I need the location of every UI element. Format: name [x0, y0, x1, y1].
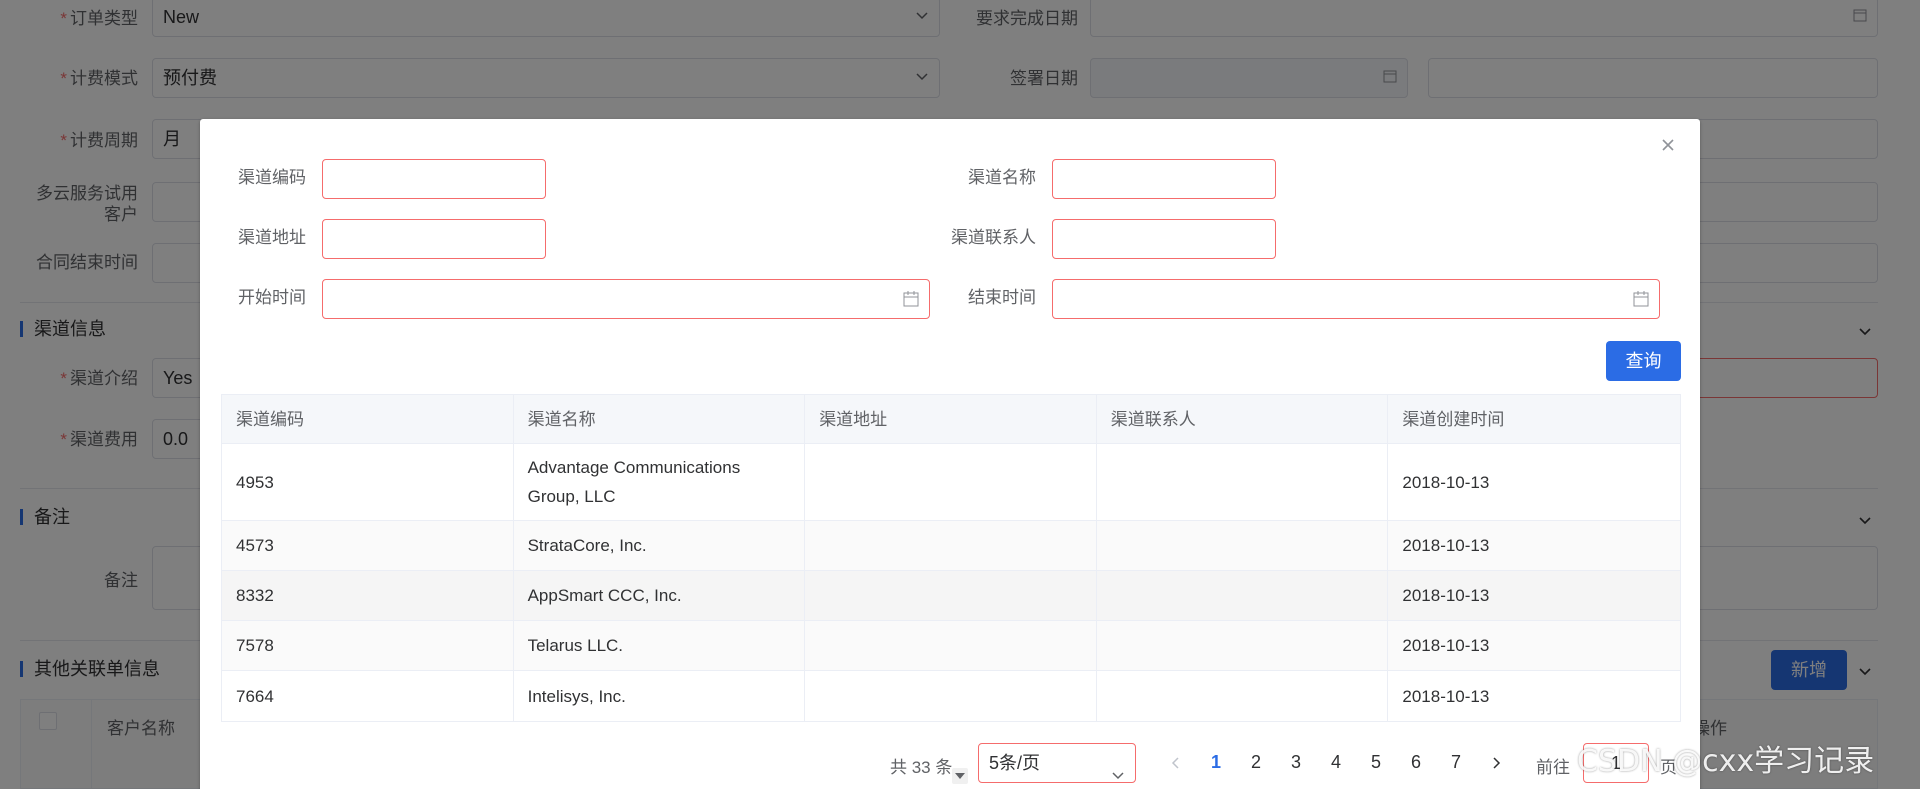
column-header-created-time: 渠道创建时间 — [1402, 409, 1505, 429]
channel-code-label: 渠道编码 — [238, 168, 306, 187]
column-header-channel-code: 渠道编码 — [222, 395, 514, 443]
channel-select-dialog: 渠道编码 渠道名称 渠道地址 渠道联系人 开始时间 结束时间 查询 渠道编码 渠… — [200, 119, 1700, 789]
cell-channel-code: 4953 — [222, 444, 514, 520]
table-header-row: 渠道编码 渠道名称 渠道地址 渠道联系人 渠道创建时间 — [222, 395, 1680, 444]
table-row[interactable]: 8332 AppSmart CCC, Inc. 2018-10-13 — [222, 571, 1680, 621]
table-row[interactable]: 4953 Advantage Communications Group, LLC… — [222, 444, 1680, 521]
column-header-channel-contact: 渠道联系人 — [1097, 395, 1389, 443]
cell-created-time: 2018-10-13 — [1402, 686, 1490, 706]
channel-name-input[interactable] — [1052, 159, 1276, 199]
query-button[interactable]: 查询 — [1606, 341, 1681, 381]
page-2[interactable]: 2 — [1241, 752, 1271, 773]
cell-channel-name: Advantage Communications Group, LLC — [514, 444, 806, 520]
watermark: CSDN @cxx学习记录 — [1577, 744, 1875, 779]
cell-channel-address — [805, 571, 1097, 620]
cell-channel-contact — [1097, 571, 1389, 620]
channel-address-input[interactable] — [322, 219, 546, 259]
cell-channel-code: 4573 — [222, 521, 514, 570]
page-7[interactable]: 7 — [1441, 752, 1471, 773]
cell-channel-address — [805, 521, 1097, 570]
cell-created-time: 2018-10-13 — [1402, 536, 1490, 555]
scroll-down-icon[interactable] — [952, 768, 968, 784]
channel-table: 渠道编码 渠道名称 渠道地址 渠道联系人 渠道创建时间 4953 Advanta… — [221, 394, 1681, 722]
cell-channel-name: AppSmart CCC, Inc. — [514, 571, 806, 620]
cell-channel-contact — [1097, 521, 1389, 570]
chevron-down-icon — [1111, 757, 1125, 780]
column-header-channel-address: 渠道地址 — [805, 395, 1097, 443]
page-size-select[interactable]: 5条/页 — [978, 743, 1136, 783]
page-5[interactable]: 5 — [1361, 752, 1391, 773]
chevron-left-icon[interactable] — [1168, 755, 1184, 771]
column-header-channel-name: 渠道名称 — [514, 395, 806, 443]
cell-created-time: 2018-10-13 — [1402, 636, 1490, 655]
channel-address-label: 渠道地址 — [238, 228, 306, 247]
page-6[interactable]: 6 — [1401, 752, 1431, 773]
channel-name-label: 渠道名称 — [968, 168, 1036, 187]
chevron-right-icon[interactable] — [1488, 755, 1504, 771]
end-time-input[interactable] — [1052, 279, 1660, 319]
cell-channel-name: Telarus LLC. — [514, 621, 806, 670]
end-time-label: 结束时间 — [968, 288, 1036, 307]
pagination: 共 33 条 5条/页 1 2 3 4 5 6 7 前往 1 页 — [200, 743, 1700, 783]
calendar-icon — [903, 291, 919, 307]
pagination-total: 共 33 条 — [890, 758, 953, 777]
cell-channel-contact — [1097, 621, 1389, 670]
start-time-input[interactable] — [322, 279, 930, 319]
cell-channel-address — [805, 621, 1097, 670]
cell-created-time: 2018-10-13 — [1402, 472, 1490, 492]
calendar-icon — [1633, 291, 1649, 307]
cell-channel-name: StrataCore, Inc. — [514, 521, 806, 570]
cell-channel-name: Intelisys, Inc. — [514, 671, 806, 721]
cell-channel-contact — [1097, 671, 1389, 721]
channel-contact-label: 渠道联系人 — [951, 228, 1036, 247]
table-row[interactable]: 7664 Intelisys, Inc. 2018-10-13 — [222, 671, 1680, 721]
cell-channel-address — [805, 671, 1097, 721]
close-icon[interactable] — [1658, 135, 1678, 155]
start-time-label: 开始时间 — [238, 288, 306, 307]
cell-channel-code: 8332 — [222, 571, 514, 620]
page-3[interactable]: 3 — [1281, 752, 1311, 773]
page-1[interactable]: 1 — [1201, 752, 1231, 773]
cell-channel-address — [805, 444, 1097, 520]
channel-code-input[interactable] — [322, 159, 546, 199]
cell-channel-code: 7578 — [222, 621, 514, 670]
cell-channel-contact — [1097, 444, 1389, 520]
channel-contact-input[interactable] — [1052, 219, 1276, 259]
table-row[interactable]: 7578 Telarus LLC. 2018-10-13 — [222, 621, 1680, 671]
page-4[interactable]: 4 — [1321, 752, 1351, 773]
cell-channel-code: 7664 — [222, 671, 514, 721]
cell-created-time: 2018-10-13 — [1402, 586, 1490, 605]
goto-label: 前往 — [1536, 758, 1570, 777]
table-row[interactable]: 4573 StrataCore, Inc. 2018-10-13 — [222, 521, 1680, 571]
